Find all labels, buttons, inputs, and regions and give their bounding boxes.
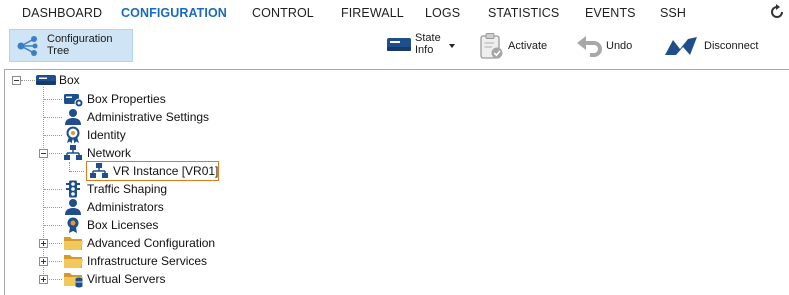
tree-connector	[70, 171, 84, 172]
disconnect-icon	[664, 35, 698, 57]
tree-node-label: VR Instance [VR01]	[113, 164, 219, 178]
tree-node-label: Network	[87, 146, 132, 160]
box-properties-icon	[63, 90, 84, 108]
tree-connector	[21, 80, 35, 81]
tree-node-label: Infrastructure Services	[87, 254, 208, 268]
tree-connector	[49, 261, 62, 262]
chevron-down-icon	[449, 44, 455, 48]
tree-connector	[44, 207, 62, 208]
tree-connector	[44, 225, 62, 226]
configuration-tree-button[interactable]: Configuration Tree	[9, 29, 133, 62]
tree-node-identity[interactable]: Identity	[63, 126, 263, 144]
expand-virtual-servers-toggle[interactable]	[39, 275, 48, 284]
folder-icon	[63, 252, 83, 270]
tree-connector	[44, 117, 62, 118]
configuration-tree-label-line2: Tree	[47, 45, 70, 57]
tab-configuration[interactable]: CONFIGURATION	[121, 6, 227, 20]
clipboard-check-icon	[478, 32, 504, 60]
tree-node-label: Traffic Shaping	[87, 182, 168, 196]
toolbar: Configuration Tree State Info Activate U…	[0, 27, 789, 65]
tree-node-network[interactable]: Network	[63, 144, 263, 162]
tree-node-box[interactable]: Box	[35, 71, 155, 89]
tree-connector	[44, 135, 62, 136]
tab-statistics[interactable]: STATISTICS	[488, 6, 559, 20]
tab-events[interactable]: EVENTS	[585, 6, 636, 20]
tree-node-label: Box Licenses	[87, 218, 159, 232]
refresh-icon[interactable]	[768, 3, 786, 21]
expand-infrastructure-services-toggle[interactable]	[39, 257, 48, 266]
folder-icon	[63, 234, 83, 252]
state-info-label-line1: State	[415, 32, 441, 44]
collapse-box-toggle[interactable]	[12, 76, 21, 85]
tree-node-administrators[interactable]: Administrators	[63, 198, 263, 216]
tab-ssh[interactable]: SSH	[660, 6, 686, 20]
top-navigation: DASHBOARD CONFIGURATION CONTROL FIREWALL…	[0, 0, 789, 26]
tree-node-infrastructure-services[interactable]: Infrastructure Services	[63, 252, 263, 270]
expand-advanced-configuration-toggle[interactable]	[39, 239, 48, 248]
tree-node-administrative-settings[interactable]: Administrative Settings	[63, 108, 263, 126]
tree-connector	[44, 189, 62, 190]
admin-user-icon	[63, 198, 83, 216]
tree-node-advanced-configuration[interactable]: Advanced Configuration	[63, 234, 263, 252]
tree-node-traffic-shaping[interactable]: Traffic Shaping	[63, 180, 263, 198]
server-icon	[35, 71, 56, 89]
tree-node-virtual-servers[interactable]: Virtual Servers	[63, 270, 263, 288]
tab-logs[interactable]: LOGS	[425, 6, 460, 20]
tree-node-label: Advanced Configuration	[87, 236, 216, 250]
network-icon	[89, 162, 109, 180]
tree-node-vr-instance[interactable]: VR Instance [VR01]	[89, 162, 219, 180]
tree-node-label: Virtual Servers	[87, 272, 166, 286]
tree-node-label: Box Properties	[87, 92, 166, 106]
traffic-light-icon	[63, 180, 83, 198]
tree-node-box-properties[interactable]: Box Properties	[63, 90, 263, 108]
state-info-label: State Info	[415, 32, 441, 56]
undo-arrow-icon	[576, 34, 602, 58]
activate-button[interactable]: Activate	[477, 29, 552, 62]
tree-node-label: Administrative Settings	[87, 110, 210, 124]
disconnect-label: Disconnect	[704, 40, 759, 52]
tree-share-icon	[16, 35, 40, 57]
admin-user-icon	[63, 108, 83, 126]
state-info-label-line2: Info	[415, 44, 434, 56]
tree-connector	[49, 153, 62, 154]
tree-connector	[49, 279, 62, 280]
tree-node-box-licenses[interactable]: Box Licenses	[63, 216, 263, 234]
configuration-tree-label: Configuration Tree	[47, 33, 112, 57]
activate-label: Activate	[508, 40, 548, 52]
identity-badge-icon	[63, 126, 83, 144]
server-icon	[386, 35, 412, 55]
tab-dashboard[interactable]: DASHBOARD	[22, 6, 102, 20]
tab-firewall[interactable]: FIREWALL	[341, 6, 404, 20]
disconnect-button[interactable]: Disconnect	[662, 29, 767, 62]
undo-button[interactable]: Undo	[574, 29, 640, 62]
tree-connector	[49, 243, 62, 244]
tree-node-label: Administrators	[87, 200, 164, 214]
license-icon	[63, 216, 83, 234]
network-icon	[63, 144, 83, 162]
state-info-button[interactable]: State Info	[384, 29, 459, 62]
collapse-network-toggle[interactable]	[39, 149, 48, 158]
tree-node-label: Box	[59, 73, 80, 87]
configuration-tree: Box Box Properties Administrative Settin…	[4, 69, 789, 295]
tree-node-label: Identity	[87, 128, 126, 142]
folder-database-icon	[63, 270, 83, 288]
undo-label: Undo	[606, 40, 633, 52]
configuration-tree-label-line1: Configuration	[47, 33, 113, 45]
tab-control[interactable]: CONTROL	[252, 6, 314, 20]
tree-connector	[44, 99, 62, 100]
